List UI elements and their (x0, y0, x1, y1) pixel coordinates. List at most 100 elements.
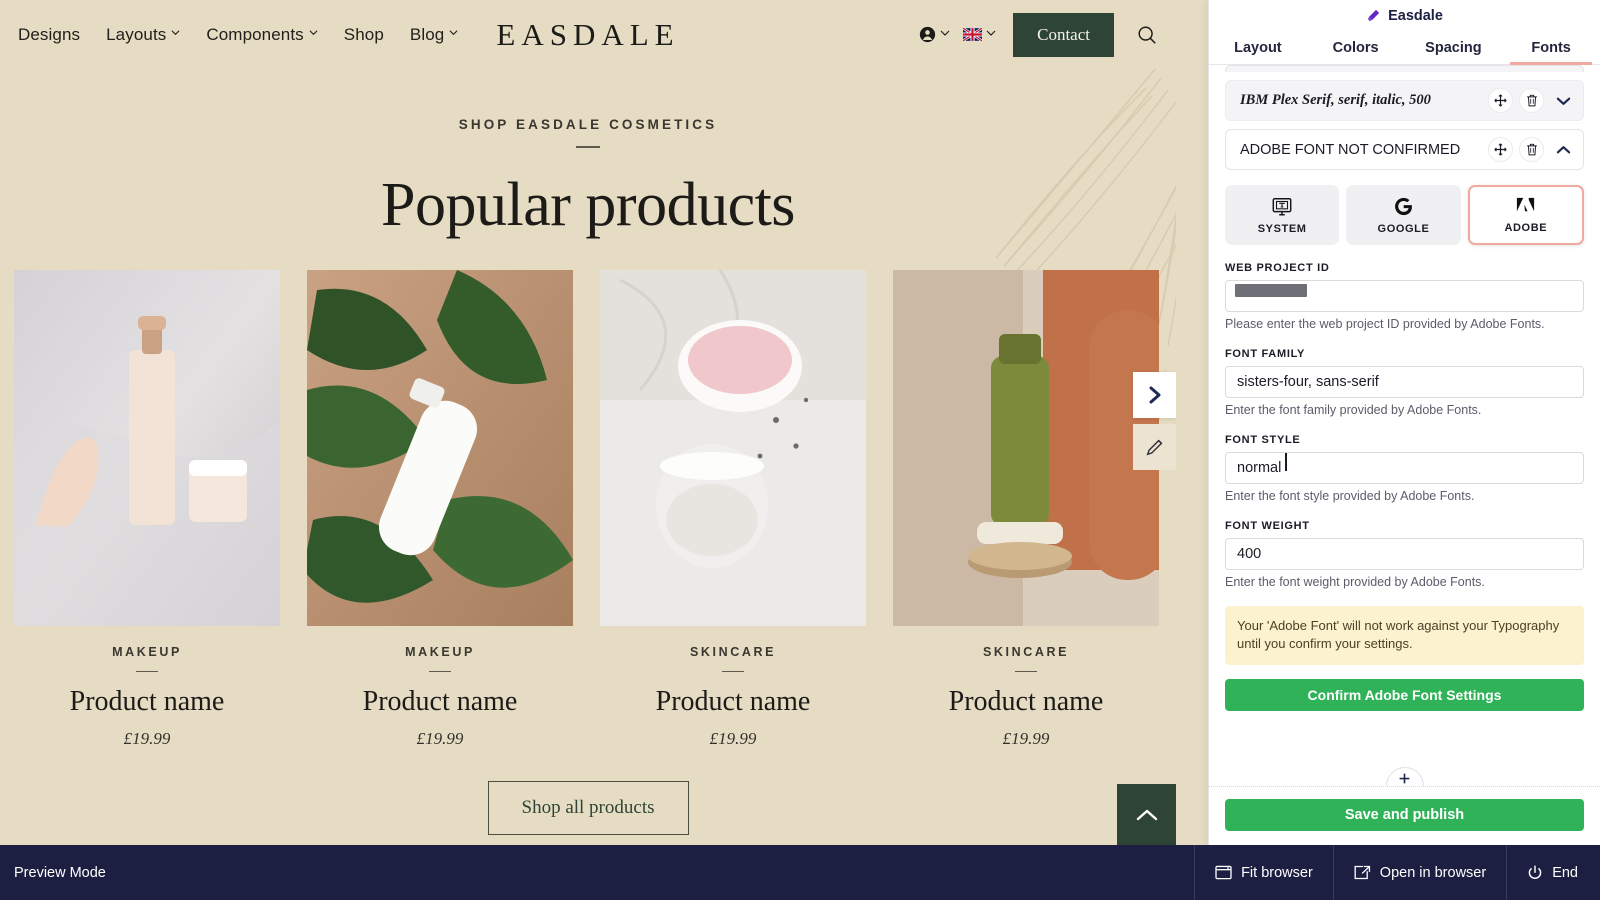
product-card[interactable]: MAKEUP Product name £19.99 (14, 269, 280, 750)
font-row-adobe-not-confirmed[interactable]: ADOBE FONT NOT CONFIRMED (1225, 129, 1584, 170)
font-family-label: FONT FAMILY (1225, 348, 1306, 360)
add-icon (1399, 773, 1410, 784)
font-source-adobe[interactable]: ADOBE (1467, 185, 1584, 245)
power-icon (1528, 865, 1542, 879)
divider-rule (576, 146, 600, 148)
carousel-next-button[interactable] (1133, 372, 1176, 418)
account-menu[interactable] (919, 26, 950, 43)
font-family-input[interactable] (1225, 366, 1584, 398)
brand-text: EASDALE (496, 16, 680, 52)
product-image (600, 269, 866, 626)
preview-bottom-bar: Preview Mode Fit browser Open in browser… (0, 845, 1600, 900)
nav-label: Layouts (106, 24, 167, 44)
open-in-browser-button[interactable]: Open in browser (1332, 845, 1506, 900)
chevron-down-icon (449, 28, 458, 37)
move-icon[interactable] (1488, 88, 1513, 113)
product-name: Product name (362, 686, 518, 718)
divider-rule (136, 670, 158, 673)
source-label: GOOGLE (1377, 223, 1430, 235)
font-weight-label: FONT WEIGHT (1225, 520, 1310, 532)
website-preview: Designs Layouts Components Shop Blog EAS… (0, 0, 1176, 845)
product-category: SKINCARE (982, 644, 1070, 659)
product-image (307, 269, 573, 626)
font-style-input[interactable] (1225, 452, 1584, 484)
nav-label: Components (206, 24, 304, 44)
shop-all-products-button[interactable]: Shop all products (487, 781, 689, 836)
fit-browser-button[interactable]: Fit browser (1194, 845, 1333, 900)
adobe-font-warning: Your 'Adobe Font' will not work against … (1225, 606, 1584, 665)
action-label: Open in browser (1379, 864, 1487, 881)
preview-mode-label: Preview Mode (14, 864, 106, 881)
font-row-label: IBM Plex Serif, serif, italic, 500 (1240, 92, 1431, 108)
product-image (893, 269, 1159, 626)
trash-icon[interactable] (1519, 88, 1544, 113)
font-source-system[interactable]: SYSTEM (1225, 185, 1340, 245)
product-card[interactable]: MAKEUP Product name £19.99 (307, 269, 573, 750)
font-source-google[interactable]: GOOGLE (1346, 185, 1461, 245)
product-image (14, 269, 280, 626)
font-row-ibm-plex-serif[interactable]: IBM Plex Serif, serif, italic, 500 (1225, 80, 1584, 121)
product-category: SKINCARE (689, 644, 777, 659)
adobe-a-icon (1517, 197, 1535, 212)
chevron-down-icon[interactable] (1552, 96, 1574, 106)
product-category: MAKEUP (405, 644, 475, 659)
nav-item-designs[interactable]: Designs (18, 25, 80, 45)
nav-item-components[interactable]: Components (206, 24, 318, 45)
end-preview-button[interactable]: End (1506, 845, 1600, 900)
main-nav: Designs Layouts Components Shop Blog (18, 25, 458, 45)
panel-title-bar: Easdale (1209, 0, 1600, 31)
external-link-icon (1354, 865, 1370, 880)
product-card[interactable]: SKINCARE Product name £19.99 (600, 269, 866, 750)
text-caret (1285, 453, 1287, 471)
monitor-text-icon (1272, 197, 1292, 216)
nav-item-shop[interactable]: Shop (344, 25, 384, 45)
page-title: Popular products (381, 170, 795, 239)
product-name: Product name (948, 686, 1104, 718)
search-icon[interactable] (1136, 24, 1158, 46)
panel-title-text: Easdale (1388, 7, 1443, 24)
font-source-selector: SYSTEM GOOGLE ADOBE (1225, 185, 1584, 245)
product-name: Product name (655, 686, 811, 718)
tab-label: Colors (1332, 39, 1379, 56)
hero-section: SHOP EASDALE COSMETICS Popular products (0, 69, 1176, 241)
nav-item-blog[interactable]: Blog (410, 25, 458, 45)
tab-label: Spacing (1425, 39, 1482, 56)
source-label: SYSTEM (1257, 222, 1307, 235)
tab-fonts[interactable]: Fonts (1502, 31, 1600, 65)
panel-tabs: Layout Colors Spacing Fonts (1209, 31, 1600, 65)
product-carousel: MAKEUP Product name £19.99 MAKEUP Produc… (0, 241, 1176, 750)
product-price: £19.99 (709, 729, 757, 749)
product-name: Product name (69, 686, 225, 718)
chevron-up-icon[interactable] (1552, 145, 1574, 155)
nav-label: Designs (18, 24, 81, 44)
tab-colors[interactable]: Colors (1307, 31, 1405, 64)
google-g-icon (1395, 197, 1412, 216)
edit-section-button[interactable] (1133, 424, 1176, 470)
nav-label: Shop (343, 24, 384, 44)
panel-scroll-area[interactable]: IBM Plex Serif, serif, italic, 500 ADOBE… (1209, 65, 1600, 786)
chevron-down-icon (940, 28, 950, 37)
nav-item-layouts[interactable]: Layouts (106, 25, 180, 45)
confirm-adobe-font-settings-button[interactable]: Confirm Adobe Font Settings (1225, 678, 1584, 711)
panel-footer: Save and publish (1209, 786, 1600, 845)
tab-spacing[interactable]: Spacing (1405, 31, 1503, 64)
web-project-id-help: Please enter the web project ID provided… (1225, 317, 1545, 331)
language-selector[interactable] (963, 28, 996, 41)
product-card[interactable]: SKINCARE Product name £19.99 (893, 269, 1159, 750)
save-and-publish-button[interactable]: Save and publish (1225, 799, 1584, 831)
scroll-to-top-button[interactable] (1117, 784, 1176, 845)
product-price: £19.99 (123, 729, 171, 749)
font-style-help: Enter the font style provided by Adobe F… (1225, 489, 1475, 503)
font-row-partial-above[interactable] (1225, 65, 1584, 72)
font-weight-input[interactable] (1225, 538, 1584, 570)
move-icon[interactable] (1488, 137, 1513, 162)
action-label: End (1552, 864, 1578, 881)
section-eyebrow: SHOP EASDALE COSMETICS (458, 117, 718, 132)
add-font-button[interactable] (1385, 767, 1424, 786)
tab-layout[interactable]: Layout (1209, 31, 1307, 64)
person-icon (919, 26, 936, 43)
contact-button[interactable]: Contact (1013, 12, 1114, 57)
font-style-field-wrap (1225, 446, 1584, 484)
app-root: Designs Layouts Components Shop Blog EAS… (0, 0, 1600, 900)
trash-icon[interactable] (1519, 137, 1544, 162)
